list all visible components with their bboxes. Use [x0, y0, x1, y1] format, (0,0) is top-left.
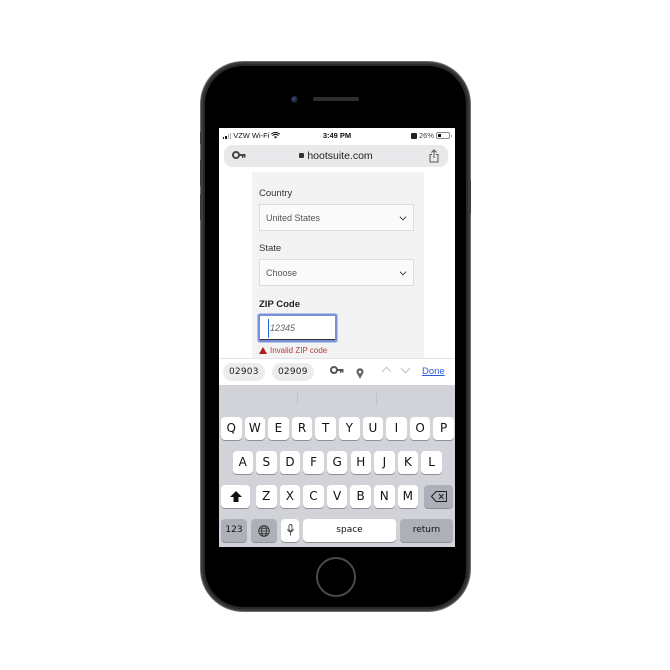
key-t[interactable]: T [315, 417, 336, 440]
key-j[interactable]: J [374, 451, 395, 474]
on-screen-keyboard: Q W E R T Y U I O P A S D F G H J K L Z X C V B N M 123 space return [219, 385, 455, 547]
phone-screen: VZW Wi-Fi 3:49 PM 26% hootsuite.com Coun… [219, 128, 455, 547]
url-domain: hootsuite.com [307, 150, 373, 162]
volume-up-button [200, 160, 203, 186]
front-camera [291, 96, 298, 103]
key-w[interactable]: W [244, 417, 266, 440]
key-h[interactable]: H [350, 451, 371, 474]
key-i[interactable]: I [386, 417, 407, 440]
rotation-lock-icon [410, 132, 417, 139]
backspace-icon [430, 491, 447, 502]
predictive-bar [219, 385, 455, 412]
key-a[interactable]: A [232, 451, 253, 474]
done-button[interactable]: Done [422, 366, 445, 377]
mute-switch [200, 132, 203, 144]
key-r[interactable]: R [291, 417, 313, 440]
state-label: State [259, 243, 282, 254]
status-bar: VZW Wi-Fi 3:49 PM 26% [219, 128, 455, 144]
space-key[interactable]: space [303, 519, 396, 542]
battery-percent: 26% [418, 131, 434, 140]
key-y[interactable]: Y [339, 417, 360, 440]
autofill-suggestion[interactable]: 02909 [272, 363, 314, 381]
key-u[interactable]: U [362, 417, 384, 440]
key-n[interactable]: N [374, 485, 395, 508]
text-cursor [268, 319, 269, 338]
key-l[interactable]: L [421, 451, 442, 474]
key-e[interactable]: E [268, 417, 289, 440]
earpiece-speaker [313, 97, 359, 101]
key-g[interactable]: G [326, 451, 348, 474]
address-bar[interactable]: hootsuite.com [224, 145, 448, 167]
next-field-arrow[interactable] [400, 363, 411, 374]
chevron-down-icon [399, 213, 407, 221]
key-q[interactable]: Q [221, 417, 242, 440]
address-form: Country United States State Choose ZIP C… [252, 172, 424, 358]
globe-key[interactable] [251, 519, 277, 542]
key-z[interactable]: Z [256, 485, 277, 508]
key-m[interactable]: M [397, 485, 419, 508]
globe-icon [258, 525, 270, 537]
home-button[interactable] [316, 557, 356, 597]
country-value: United States [266, 213, 321, 223]
key-k[interactable]: K [397, 451, 419, 474]
warning-icon [259, 347, 267, 354]
keyboard-accessory-bar: 02903 02909 Done [219, 358, 455, 385]
key-icon[interactable] [330, 366, 344, 377]
battery-icon [436, 132, 452, 139]
key-x[interactable]: X [279, 485, 301, 508]
zip-code-input[interactable]: 12345 [258, 314, 337, 342]
state-value: Choose [266, 268, 298, 278]
shift-key[interactable] [221, 485, 250, 508]
key-d[interactable]: D [279, 451, 301, 474]
state-select[interactable]: Choose [259, 259, 414, 286]
web-page: Country United States State Choose ZIP C… [219, 172, 455, 358]
volume-down-button [200, 194, 203, 220]
key-c[interactable]: C [303, 485, 324, 508]
autofill-suggestion[interactable]: 02903 [223, 363, 265, 381]
shift-icon [229, 491, 242, 502]
lock-icon [299, 153, 305, 158]
zip-error-text: Invalid ZIP code [270, 346, 328, 355]
previous-field-arrow[interactable] [381, 366, 392, 377]
location-pin-icon[interactable] [356, 366, 364, 379]
country-label: Country [259, 188, 293, 199]
backspace-key[interactable] [424, 485, 453, 508]
zip-label: ZIP Code [259, 299, 300, 310]
share-icon[interactable] [428, 149, 440, 163]
key-s[interactable]: S [256, 451, 277, 474]
key-o[interactable]: O [409, 417, 431, 440]
dictation-key[interactable] [281, 519, 299, 542]
key-v[interactable]: V [326, 485, 348, 508]
zip-error-message: Invalid ZIP code [259, 346, 327, 355]
return-key[interactable]: return [400, 519, 453, 542]
numbers-key[interactable]: 123 [221, 519, 247, 542]
key-b[interactable]: B [350, 485, 371, 508]
chevron-down-icon [399, 268, 407, 276]
country-select[interactable]: United States [259, 204, 414, 231]
key-p[interactable]: P [433, 417, 454, 440]
power-button [468, 180, 471, 214]
microphone-icon [286, 524, 294, 536]
key-f[interactable]: F [303, 451, 324, 474]
zip-placeholder: 12345 [270, 323, 296, 333]
